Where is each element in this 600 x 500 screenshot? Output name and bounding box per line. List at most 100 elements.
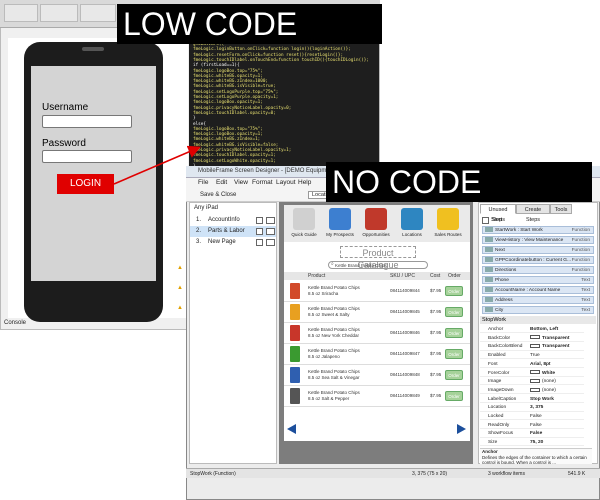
workflow-step[interactable]: ViewHistory : View Maintenance Function [482,236,594,244]
step-type: Function [571,248,590,253]
product-name: Kettle Brand Potato Chips 8.5 oz Srirach… [308,285,360,296]
tree-item[interactable]: 1. AccountInfo [190,215,276,226]
app-toolbar-item[interactable]: Locations [396,208,428,237]
product-cost: $7.95 [430,288,442,293]
workflow-step[interactable]: Next Function [482,246,594,254]
property-row[interactable]: ReadOnly False [480,422,584,429]
step-label: StartWork : Start Work [495,228,543,233]
toolbar-item-label: Opportunities [362,232,390,237]
product-row[interactable]: Kettle Brand Potato Chips 8.5 oz Sweet &… [284,302,470,323]
order-button[interactable]: Order [445,286,463,296]
product-row[interactable]: Kettle Brand Potato Chips 8.5 oz Salt & … [284,386,470,407]
workflow-step[interactable]: Phone Text [482,276,594,284]
status-workflow: 3 workflow items [488,471,525,477]
color-swatch [530,378,540,383]
phone-view-icon[interactable] [256,228,263,235]
property-row[interactable]: BackColor Transparent [480,335,584,342]
menu-help[interactable]: Help [298,179,311,186]
menu-edit[interactable]: Edit [216,179,227,186]
app-toolbar-item[interactable]: Opportunities [360,208,392,237]
step-icon [485,237,493,243]
workflow-step[interactable]: Directions Function [482,266,594,274]
menu-file[interactable]: File [198,179,208,186]
workflow-step[interactable]: StartWork : Start Work Function [482,226,594,234]
sort-checkbox[interactable] [482,217,489,224]
login-button[interactable]: LOGIN [57,174,114,194]
property-row[interactable]: Locked False [480,413,584,421]
property-name: Locked [488,414,504,419]
order-button[interactable]: Order [445,307,463,317]
app-toolbar-item[interactable]: My Prospects [324,208,356,237]
order-button[interactable]: Order [445,349,463,359]
tab-1[interactable] [4,4,38,22]
panel-tab[interactable]: Create Steps [516,204,550,223]
save-close-button[interactable]: Save & Close [200,192,236,198]
property-name: ForeColor [488,370,510,376]
property-name: Size [488,440,498,446]
product-cost: $7.95 [430,372,442,377]
property-name: ShowFocus [488,431,514,437]
property-value: False [530,414,542,419]
product-row[interactable]: Kettle Brand Potato Chips 8.5 oz New Yor… [284,323,470,344]
property-row[interactable]: LabelCaption Stop Work [480,396,584,403]
status-coords: 3, 375 (75 x 20) [412,471,448,477]
property-row[interactable]: Font Arial, 8pt [480,361,584,369]
step-type: Text [581,308,590,313]
search-input[interactable]: Kettle Brand Potato Chips [328,261,428,269]
tree-item[interactable]: 2. Parts & Labor [190,226,276,237]
catalogue-title[interactable]: Product Catalogue [340,246,416,270]
product-row[interactable]: Kettle Brand Potato Chips 8.5 oz Sea Sal… [284,365,470,386]
product-row[interactable]: Kettle Brand Potato Chips 8.5 oz Jalapen… [284,344,470,365]
phone-view-icon[interactable] [256,217,263,224]
toolbar-item-icon [329,208,351,230]
tablet-view-icon[interactable] [266,228,275,235]
workflow-step[interactable]: City Text [482,306,594,314]
workflow-step[interactable]: Address Text [482,296,594,304]
workflow-step[interactable]: AccountName : Account Name Text [482,286,594,294]
property-description: Anchor Defines the edges of the containe… [480,448,592,465]
next-arrow-icon[interactable] [457,424,466,434]
panel-tab[interactable]: Tools [550,204,572,214]
tab-2[interactable] [40,4,78,22]
product-upc: 084114009844 [390,288,420,293]
username-input[interactable] [42,115,132,128]
product-name: Kettle Brand Potato Chips 8.5 oz Salt & … [308,390,360,401]
previous-arrow-icon[interactable] [287,424,296,434]
panel-tab[interactable]: Unused Steps [480,204,516,223]
property-value: False [530,422,542,428]
tab-3[interactable] [80,4,116,22]
toolbar-item-label: Locations [402,232,422,237]
product-name: Kettle Brand Potato Chips 8.5 oz Sweet &… [308,306,360,317]
property-row[interactable]: ForeColor White [480,370,584,377]
order-button[interactable]: Order [445,328,463,338]
phone-view-icon[interactable] [256,239,263,246]
property-row[interactable]: Enabled True [480,352,584,360]
property-row[interactable]: ShowFocus False [480,430,584,438]
property-value: Transparent [542,335,570,341]
product-name: Kettle Brand Potato Chips 8.5 oz New Yor… [308,327,360,338]
property-row[interactable]: Location 3, 375 [480,404,584,412]
tablet-view-icon[interactable] [266,217,275,224]
product-upc: 084114009849 [390,393,420,398]
product-row[interactable]: Kettle Brand Potato Chips 8.5 oz Srirach… [284,281,470,302]
property-name: Anchor [488,327,504,332]
menu-layout[interactable]: Layout [276,179,296,186]
workflow-step[interactable]: GPPCoordinatebutton : Current G... Functi… [482,256,594,264]
property-row[interactable]: Anchor Bottom, Left [480,326,584,334]
password-input[interactable] [42,150,132,163]
app-toolbar-item[interactable]: Sales Routes [432,208,464,237]
property-row[interactable]: Size 75, 20 [480,439,584,447]
step-type: Text [581,298,590,303]
property-row[interactable]: Image (none) [480,378,584,386]
tablet-view-icon[interactable] [266,239,275,246]
menu-format[interactable]: Format [252,179,273,186]
property-row[interactable]: ImageDown (none) [480,387,584,395]
order-button[interactable]: Order [445,391,463,401]
property-row[interactable]: BackColorBlend Transparent [480,343,584,351]
color-swatch [530,335,540,340]
tree-item[interactable]: 3. New Page [190,237,276,248]
app-toolbar: Quick Guide My Prospects Opportunities Loca… [284,205,470,242]
menu-view[interactable]: View [234,179,248,186]
order-button[interactable]: Order [445,370,463,380]
app-toolbar-item[interactable]: Quick Guide [288,208,320,237]
